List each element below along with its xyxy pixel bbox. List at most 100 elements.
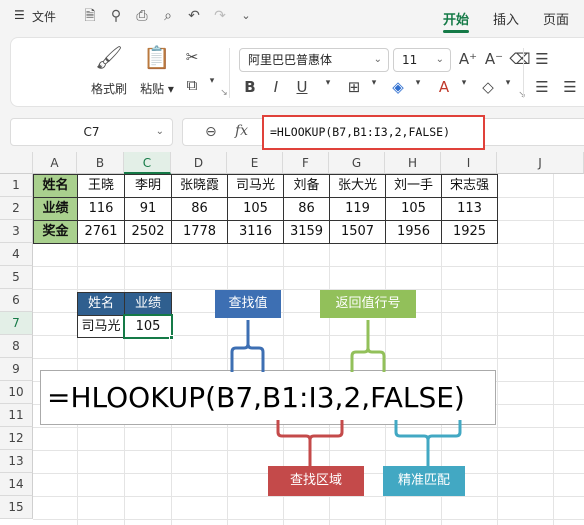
name-box[interactable]: C7 ⌄ [10, 118, 173, 146]
italic-button[interactable]: I [265, 78, 287, 96]
table-cell-bonus[interactable]: 1925 [441, 220, 498, 244]
row-header-11[interactable]: 11 [0, 404, 33, 427]
redo-icon[interactable]: ↷ [210, 6, 230, 26]
column-header-g[interactable]: G [329, 152, 385, 174]
column-header-f[interactable]: F [283, 152, 329, 174]
print-preview-icon[interactable]: ⌕ [158, 6, 178, 26]
row-header-15[interactable]: 15 [0, 496, 33, 519]
table-cell-performance[interactable]: 116 [77, 197, 125, 221]
row-header-10[interactable]: 10 [0, 381, 33, 404]
print-icon[interactable]: ⎙ [132, 6, 152, 26]
border-icon[interactable]: ⊞ [343, 78, 365, 96]
table-cell-bonus[interactable]: 1956 [385, 220, 442, 244]
row-header-4[interactable]: 4 [0, 243, 33, 266]
save-icon[interactable]: 🗎 [80, 6, 100, 26]
table-cell-bonus[interactable]: 1507 [329, 220, 386, 244]
row-header-5[interactable]: 5 [0, 266, 33, 289]
font-color-icon[interactable]: A [433, 78, 455, 96]
column-header-b[interactable]: B [77, 152, 124, 174]
clipboard-expand-icon[interactable]: ↘ [213, 88, 235, 98]
table-cell-performance[interactable]: 105 [385, 197, 442, 221]
row-header-8[interactable]: 8 [0, 335, 33, 358]
table-cell-name[interactable]: 司马光 [227, 174, 284, 198]
column-header-h[interactable]: H [385, 152, 441, 174]
lookup-header-perf[interactable]: 业绩 [124, 292, 172, 316]
table-cell-name[interactable]: 张大光 [329, 174, 386, 198]
row-header-2[interactable]: 2 [0, 197, 33, 220]
share-icon[interactable]: ⚲ [106, 6, 126, 26]
column-header-c[interactable]: C [124, 152, 171, 174]
select-all-corner[interactable] [0, 152, 33, 174]
table-cell-performance[interactable]: 105 [227, 197, 284, 221]
eraser-icon[interactable]: ◇ [477, 78, 499, 96]
clear-format-icon[interactable]: ⌫ [509, 50, 531, 68]
font-name-dropdown[interactable]: 阿里巴巴普惠体 ⌄ [239, 48, 389, 72]
table-cell-name[interactable]: 宋志强 [441, 174, 498, 198]
table-cell-bonus[interactable]: 1778 [171, 220, 228, 244]
lookup-name-cell[interactable]: 司马光 [77, 315, 125, 338]
align-left-icon[interactable]: ☰ [531, 78, 553, 96]
row-header-3[interactable]: 3 [0, 220, 33, 243]
eraser-dropdown-icon[interactable]: ▾ [497, 78, 519, 88]
bold-button[interactable]: B [239, 78, 261, 96]
hamburger-menu-icon[interactable]: ☰ [14, 8, 25, 22]
row-label-performance[interactable]: 业绩 [33, 197, 78, 221]
row-header-13[interactable]: 13 [0, 450, 33, 473]
align-center-icon[interactable]: ☰ [559, 78, 581, 96]
table-cell-performance[interactable]: 113 [441, 197, 498, 221]
formula-input[interactable]: =HLOOKUP(B7,B1:I3,2,FALSE) [262, 115, 485, 150]
table-cell-name[interactable]: 张晓霞 [171, 174, 228, 198]
zoom-icon[interactable]: ⊖ [205, 124, 217, 140]
table-cell-name[interactable]: 刘一手 [385, 174, 442, 198]
chevron-down-icon[interactable]: ⌄ [236, 6, 256, 26]
file-menu[interactable]: 文件 [32, 8, 56, 25]
tab-home[interactable]: 开始 [443, 9, 469, 28]
row-header-12[interactable]: 12 [0, 427, 33, 450]
underline-dropdown-icon[interactable]: ▾ [317, 78, 339, 88]
column-header-i[interactable]: I [441, 152, 497, 174]
fill-color-dropdown-icon[interactable]: ▾ [407, 78, 429, 88]
table-cell-performance[interactable]: 86 [283, 197, 330, 221]
fill-color-icon[interactable]: ◈ [387, 78, 409, 96]
column-header-j[interactable]: J [497, 152, 584, 174]
format-painter-button[interactable]: 🖌 格式刷 [89, 46, 129, 97]
copy-dropdown-icon[interactable]: ▾ [201, 76, 223, 86]
border-dropdown-icon[interactable]: ▾ [363, 78, 385, 88]
decrease-font-icon[interactable]: A⁻ [483, 50, 505, 68]
copy-icon[interactable]: ⧉ [181, 76, 203, 94]
cut-icon[interactable]: ✂ [181, 48, 203, 66]
table-cell-performance[interactable]: 91 [124, 197, 172, 221]
row-header-1[interactable]: 1 [0, 174, 33, 197]
fill-handle[interactable] [169, 335, 174, 340]
tab-page[interactable]: 页面 [543, 9, 569, 28]
row-label-name[interactable]: 姓名 [33, 174, 78, 198]
table-cell-bonus[interactable]: 2502 [124, 220, 172, 244]
table-cell-bonus[interactable]: 3116 [227, 220, 284, 244]
table-cell-performance[interactable]: 86 [171, 197, 228, 221]
font-size-dropdown[interactable]: 11 ⌄ [393, 48, 451, 72]
column-header-a[interactable]: A [33, 152, 77, 174]
row-header-6[interactable]: 6 [0, 289, 33, 312]
font-expand-icon[interactable]: ↘ [511, 90, 533, 100]
undo-icon[interactable]: ↶ [184, 6, 204, 26]
table-cell-performance[interactable]: 119 [329, 197, 386, 221]
font-color-dropdown-icon[interactable]: ▾ [453, 78, 475, 88]
column-header-d[interactable]: D [171, 152, 227, 174]
table-cell-name[interactable]: 王晓 [77, 174, 125, 198]
paste-button[interactable]: 📋 粘贴 ▾ [135, 46, 179, 97]
underline-button[interactable]: U [291, 78, 313, 96]
increase-font-icon[interactable]: A⁺ [457, 50, 479, 68]
column-header-e[interactable]: E [227, 152, 283, 174]
align-top-icon[interactable]: ☰ [531, 50, 553, 68]
row-header-9[interactable]: 9 [0, 358, 33, 381]
row-header-14[interactable]: 14 [0, 473, 33, 496]
table-cell-name[interactable]: 李明 [124, 174, 172, 198]
lookup-header-name[interactable]: 姓名 [77, 292, 125, 316]
table-cell-name[interactable]: 刘备 [283, 174, 330, 198]
table-cell-bonus[interactable]: 3159 [283, 220, 330, 244]
row-label-bonus[interactable]: 奖金 [33, 220, 78, 244]
row-header-7[interactable]: 7 [0, 312, 33, 335]
function-icon[interactable]: fx [235, 123, 248, 139]
table-cell-bonus[interactable]: 2761 [77, 220, 125, 244]
tab-insert[interactable]: 插入 [493, 9, 519, 28]
